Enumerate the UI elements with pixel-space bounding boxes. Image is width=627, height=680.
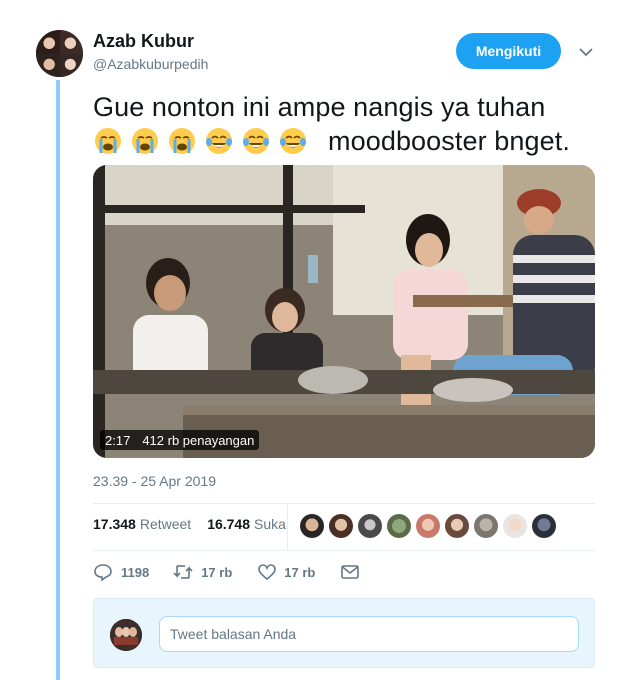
tweet-actions: 1198 17 rb 17 rb [93,563,360,581]
tweet-text-line2: moodbooster bnget. [93,124,603,158]
like-stat-label: Suka [254,516,286,532]
reply-count: 1198 [121,564,150,580]
stats-divider [287,503,288,550]
retweet-stat-label: Retweet [139,516,192,532]
author-avatar[interactable] [36,30,83,77]
video-player[interactable] [93,165,595,458]
liker-avatar[interactable] [503,514,527,538]
like-count: 17 rb [284,564,316,580]
reply-icon [93,563,113,581]
reply-composer: Tweet balasan Anda [93,598,595,668]
tweet-text-line1: Gue nonton ini ampe nangis ya tuhan [93,92,546,122]
following-button[interactable]: Mengikuti [456,33,561,69]
like-stat-count: 16.748 [207,516,251,532]
video-thumbnail [93,165,595,458]
divider-bottom [93,550,595,551]
liker-avatar[interactable] [445,514,469,538]
envelope-icon [341,565,360,579]
reply-input[interactable]: Tweet balasan Anda [159,616,579,652]
like-stat[interactable]: 16.748 Suka [207,516,286,532]
video-info-badge: 2:17 412 rb penayangan [100,430,260,450]
tears-of-joy-emoji-icon [204,126,234,156]
liker-avatar[interactable] [329,514,353,538]
liker-avatar[interactable] [358,514,382,538]
retweet-stat-count: 17.348 [93,516,136,532]
reply-action[interactable]: 1198 [93,563,149,581]
retweet-icon [173,564,193,580]
video-duration: 2:17 [105,432,131,448]
engagement-stats: 17.348 Retweet 16.748 Suka [93,516,286,532]
liker-avatars [300,514,556,538]
tweet-text-line2-suffix: moodbooster bnget. [328,126,570,156]
divider-top [93,503,595,504]
video-view-count: 412 rb penayangan [142,432,255,448]
retweet-count: 17 rb [201,564,233,580]
liker-avatar[interactable] [416,514,440,538]
tears-of-joy-emoji-icon [241,126,271,156]
liker-avatar[interactable] [532,514,556,538]
like-action[interactable]: 17 rb [258,564,315,580]
thread-connector-line [56,80,60,680]
liker-avatar[interactable] [300,514,324,538]
crying-face-emoji-icon [167,126,197,156]
chevron-down-icon[interactable] [576,42,596,62]
tweet-timestamp[interactable]: 23.39 - 25 Apr 2019 [93,473,216,489]
retweet-action[interactable]: 17 rb [173,564,232,580]
direct-message-action[interactable] [341,565,360,579]
author-name[interactable]: Azab Kubur [93,31,194,52]
tweet-text: Gue nonton ini ampe nangis ya tuhan mood… [93,90,603,158]
retweet-stat[interactable]: 17.348 Retweet [93,516,191,532]
liker-avatar[interactable] [474,514,498,538]
author-handle[interactable]: @Azabkuburpedih [93,56,208,72]
tears-of-joy-emoji-icon [278,126,308,156]
liker-avatar[interactable] [387,514,411,538]
crying-face-emoji-icon [93,126,123,156]
current-user-avatar [110,619,142,651]
heart-icon [258,564,277,580]
crying-face-emoji-icon [130,126,160,156]
